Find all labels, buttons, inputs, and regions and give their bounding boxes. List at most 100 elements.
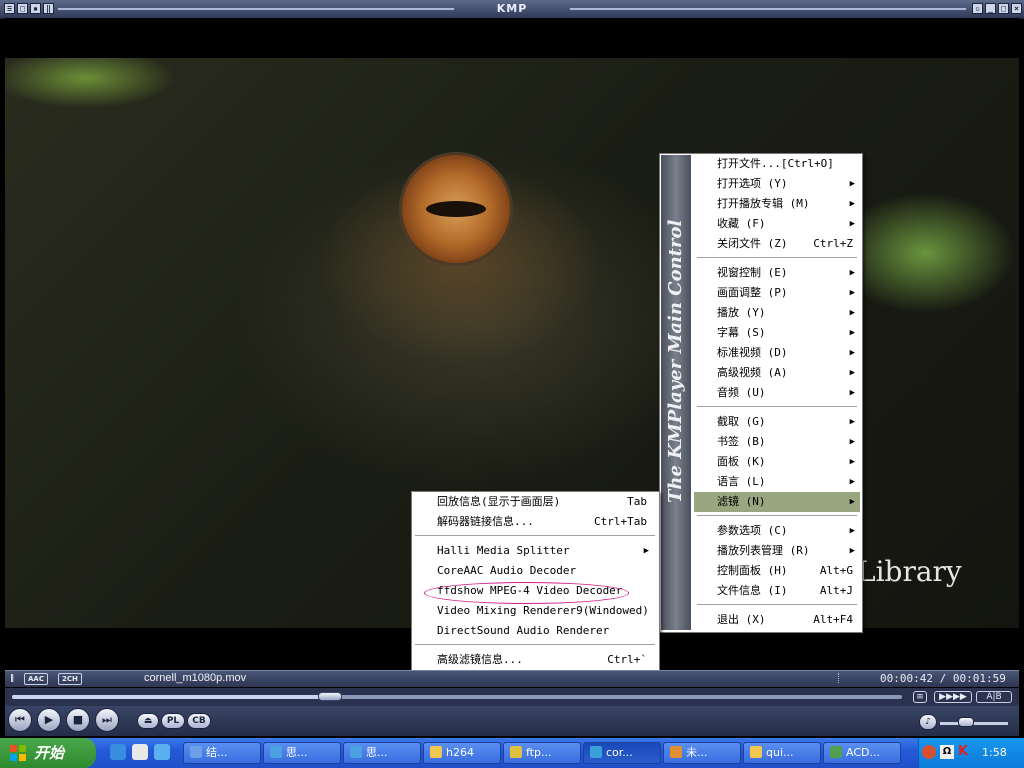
filter-menu-item[interactable]: CoreAAC Audio Decoder [437, 561, 647, 581]
main-menu-item[interactable]: 标准视频 (D) ▶ [717, 343, 855, 363]
ie-quicklaunch-icon[interactable] [110, 744, 126, 760]
stop-icon[interactable]: ■ [66, 708, 90, 732]
menu-item-shortcut: Tab [627, 495, 647, 508]
menu-item-label: 标准视频 (D) [717, 346, 788, 359]
eject-icon[interactable]: ⏏ [137, 713, 159, 729]
taskbar-task[interactable]: 结... [183, 742, 261, 764]
annotation-circle [424, 582, 629, 604]
tray-arrow-icon[interactable] [922, 745, 936, 759]
menu-item-shortcut: Alt+F4 [813, 613, 853, 626]
filter-menu-item[interactable]: Video Mixing Renderer9(Windowed) [437, 601, 649, 621]
desktop-quicklaunch-icon[interactable] [154, 744, 170, 760]
main-menu-item[interactable]: 画面调整 (P) ▶ [717, 283, 855, 303]
maximize-icon[interactable]: □ [998, 3, 1009, 14]
windows-logo-icon [10, 745, 26, 761]
next-icon[interactable]: ⏭ [95, 708, 119, 732]
menu-item-label: 高级滤镜信息... [437, 653, 523, 666]
filter-menu-item[interactable]: Halli Media Splitter ▶ [437, 541, 649, 561]
pl-button[interactable]: PL [161, 713, 185, 729]
task-label: 结... [206, 746, 228, 759]
menu-separator [697, 515, 857, 516]
main-menu-item[interactable]: 打开文件...[Ctrl+O] [717, 154, 853, 174]
task-app-icon [430, 746, 442, 758]
kaspersky-tray-icon[interactable]: K [958, 745, 972, 759]
menu-item-label: 画面调整 (P) [717, 286, 788, 299]
main-menu-item[interactable]: 退出 (X) Alt+F4 [717, 610, 853, 630]
taskbar-task[interactable]: ACD... [823, 742, 901, 764]
skin-icon[interactable]: ▪ [30, 3, 41, 14]
main-menu-item[interactable]: 参数选项 (C) ▶ [717, 521, 855, 541]
restore-icon[interactable]: ▫ [972, 3, 983, 14]
input-method-icon[interactable]: Ω [940, 745, 954, 759]
filter-menu-item[interactable]: 高级滤镜信息... Ctrl+` [437, 650, 647, 670]
main-menu-item[interactable]: 播放 (Y) ▶ [717, 303, 855, 323]
main-menu-item[interactable]: 字幕 (S) ▶ [717, 323, 855, 343]
seek-knob[interactable] [318, 692, 342, 701]
main-menu-item[interactable]: 高级视频 (A) ▶ [717, 363, 855, 383]
menu-item-label: CoreAAC Audio Decoder [437, 564, 577, 577]
start-label: 开始 [34, 744, 65, 762]
task-label: 未... [686, 746, 708, 759]
taskbar-task[interactable]: qui... [743, 742, 821, 764]
menu-separator [415, 535, 655, 536]
volume-knob[interactable] [958, 717, 974, 727]
play-icon[interactable]: ▶ [37, 708, 61, 732]
task-label: qui... [766, 746, 794, 759]
menu-item-label: Video Mixing Renderer9(Windowed) [437, 604, 649, 617]
close-icon[interactable]: × [1011, 3, 1022, 14]
main-menu-item[interactable]: 语言 (L) ▶ [717, 472, 855, 492]
playlist-toggle-icon[interactable]: ≡ [913, 691, 927, 703]
main-menu-item[interactable]: 截取 (G) ▶ [717, 412, 855, 432]
menu-item-label: 打开播放专辑 (M) [717, 197, 810, 210]
menu-item-label: 打开选项 (Y) [717, 177, 788, 190]
main-menu-item[interactable]: 关闭文件 (Z) Ctrl+Z [717, 234, 853, 254]
main-menu-item[interactable]: 控制面板 (H) Alt+G [717, 561, 853, 581]
video-caption: Library [857, 555, 962, 588]
main-menu-item[interactable]: 滤镜 (N) ▶ [717, 492, 855, 512]
menu-item-label: 解码器链接信息... [437, 515, 534, 528]
taskbar-task[interactable]: 思... [343, 742, 421, 764]
cb-button[interactable]: CB [187, 713, 211, 729]
main-menu-item[interactable]: 视窗控制 (E) ▶ [717, 263, 855, 283]
task-label: h264 [446, 746, 474, 759]
taskbar-task[interactable]: 思... [263, 742, 341, 764]
minimize-icon[interactable]: _ [985, 3, 996, 14]
main-menu-item[interactable]: 书签 (B) ▶ [717, 432, 855, 452]
taskbar-task[interactable]: cor... [583, 742, 661, 764]
time-display: 00:00:42 / 00:01:59 [880, 672, 1006, 685]
filter-menu-item[interactable]: 解码器链接信息... Ctrl+Tab [437, 512, 647, 532]
task-app-icon [190, 746, 202, 758]
volume-slider[interactable] [940, 722, 1008, 725]
main-menu-item[interactable]: 打开播放专辑 (M) ▶ [717, 194, 855, 214]
main-menu-item[interactable]: 收藏 (F) ▶ [717, 214, 855, 234]
main-menu-item[interactable]: 面板 (K) ▶ [717, 452, 855, 472]
pin-icon[interactable]: □ [17, 3, 28, 14]
main-menu-item[interactable]: 打开选项 (Y) ▶ [717, 174, 855, 194]
taskbar-task[interactable]: h264 [423, 742, 501, 764]
submenu-arrow-icon: ▶ [849, 457, 855, 467]
pause-small-icon[interactable]: ‖ [43, 3, 54, 14]
menu-item-label: 视窗控制 (E) [717, 266, 788, 279]
menu-item-label: 播放 (Y) [717, 306, 766, 319]
menu-item-label: 回放信息(显示于画面层) [437, 495, 561, 508]
filter-menu-item[interactable]: DirectSound Audio Renderer [437, 621, 647, 641]
app-menu-icon[interactable]: ≡ [4, 3, 15, 14]
taskbar-task[interactable]: ftp... [503, 742, 581, 764]
volume-speaker-icon[interactable]: ♪ [919, 714, 937, 730]
ab-repeat-button[interactable]: A|B [976, 691, 1012, 703]
submenu-arrow-icon: ▶ [849, 477, 855, 487]
submenu-arrow-icon: ▶ [849, 219, 855, 229]
submenu-arrow-icon: ▶ [643, 546, 649, 556]
menu-item-label: DirectSound Audio Renderer [437, 624, 610, 637]
filter-menu-item[interactable]: 回放信息(显示于画面层) Tab [437, 492, 647, 512]
file-name: cornell_m1080p.mov [144, 672, 247, 684]
taskbar-task[interactable]: 未... [663, 742, 741, 764]
main-menu-item[interactable]: 音频 (U) ▶ [717, 383, 855, 403]
media-quicklaunch-icon[interactable] [132, 744, 148, 760]
main-menu-item[interactable]: 文件信息 (I) Alt+J [717, 581, 853, 601]
main-menu-item[interactable]: 播放列表管理 (R) ▶ [717, 541, 855, 561]
frame-step-icon[interactable]: ▶▶▶▶ [934, 691, 972, 703]
menu-item-label: 控制面板 (H) [717, 564, 788, 577]
previous-icon[interactable]: ⏮ [8, 708, 32, 732]
submenu-arrow-icon: ▶ [849, 497, 855, 507]
